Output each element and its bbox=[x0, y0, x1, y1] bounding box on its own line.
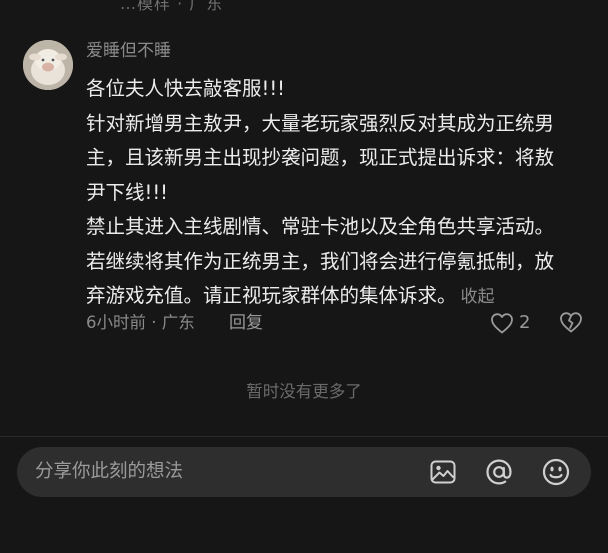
at-icon[interactable] bbox=[484, 457, 514, 487]
input-placeholder: 分享你此刻的想法 bbox=[35, 461, 184, 482]
comment-item: 爱睡但不睡 各位夫人快去敲客服!!! 针对新增男主敖尹，大量老玩家强烈反对其成为… bbox=[0, 0, 608, 380]
comment-composer-bar: 分享你此刻的想法 bbox=[0, 436, 608, 553]
comment-line: 若继续将其作为正统男主，我们将会进行停氪抵制，放 bbox=[86, 249, 555, 273]
comment-line: 禁止其进入主线剧情、常驻卡池以及全角色共享活动。 bbox=[86, 215, 555, 238]
like-button[interactable]: 2 bbox=[490, 311, 530, 335]
heart-icon bbox=[491, 313, 513, 334]
like-count: 2 bbox=[519, 312, 531, 333]
no-more-text: 暂时没有更多了 bbox=[246, 382, 362, 401]
username[interactable]: 爱睡但不睡 bbox=[86, 39, 171, 63]
reply-button[interactable]: 回复 bbox=[229, 311, 263, 335]
avatar[interactable] bbox=[23, 40, 73, 90]
emoji-icon[interactable] bbox=[541, 457, 571, 487]
dislike-button[interactable] bbox=[559, 311, 583, 337]
comment-input[interactable]: 分享你此刻的想法 bbox=[17, 447, 591, 497]
broken-heart-icon bbox=[560, 312, 582, 333]
comment-line: 主，且该新男主出现抄袭问题，现正式提出诉求：将敖 bbox=[86, 146, 555, 169]
comment-meta: 6小时前 · 广东 bbox=[86, 313, 195, 332]
collapse-link[interactable]: 收起 bbox=[461, 287, 495, 307]
comment-line: 弃游戏充值。请正视玩家群体的集体诉求。 bbox=[86, 284, 457, 307]
comments-page: …模样 · 广东 爱睡但不睡 各位夫人快去敲客服!!! 针对新增男主敖尹，大量老… bbox=[0, 0, 608, 553]
image-icon[interactable] bbox=[428, 457, 458, 487]
comment-line-last: 弃游戏充值。请正视玩家群体的集体诉求。 收起 bbox=[86, 279, 598, 315]
comment-line: 尹下线!!! bbox=[86, 180, 168, 204]
comment-line: 针对新增男主敖尹，大量老玩家强烈反对其成为正统男 bbox=[86, 111, 555, 135]
comment-text: 各位夫人快去敲客服!!! 针对新增男主敖尹，大量老玩家强烈反对其成为正统男 主，… bbox=[86, 72, 598, 315]
comment-line: 各位夫人快去敲客服!!! bbox=[86, 77, 285, 100]
